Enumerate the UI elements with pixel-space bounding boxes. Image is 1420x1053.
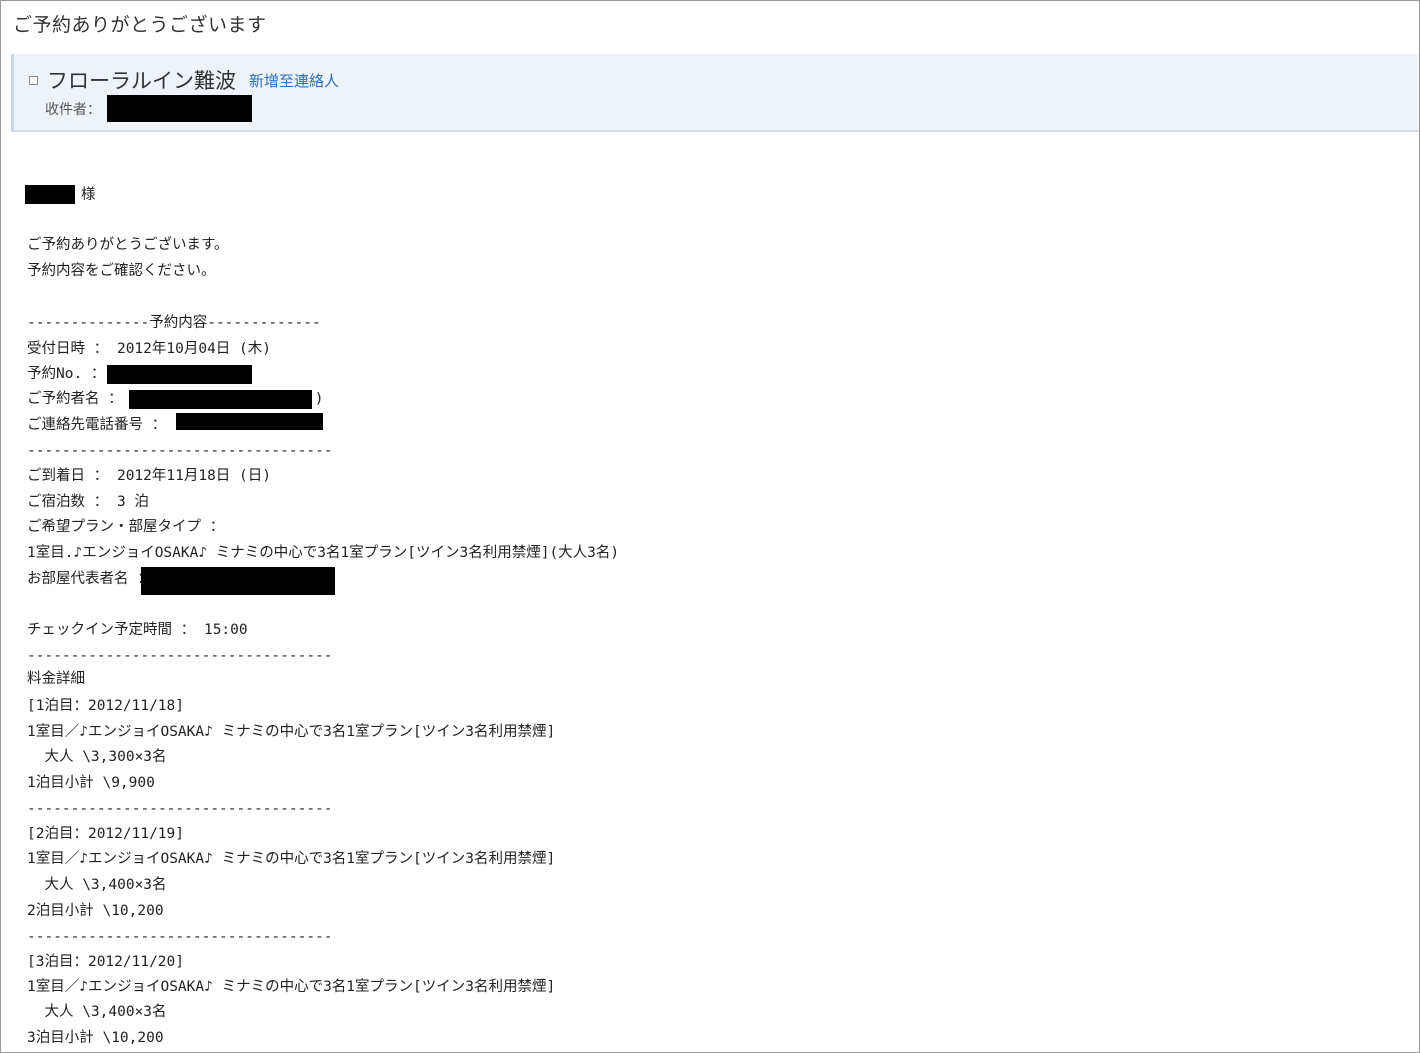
body-line: 1室目.♪エンジョイOSAKA♪ ミナミの中心で3名1室プラン[ツイン3名利用禁… bbox=[27, 545, 620, 561]
body-line: 予約No. ： bbox=[27, 366, 106, 382]
body-line: [3泊目：2012/11/20] bbox=[27, 954, 184, 970]
body-line: ----------------------------------- bbox=[27, 801, 333, 817]
room-representative-redaction bbox=[141, 567, 335, 595]
body-line: ご到着日 ： 2012年11月18日 (日) bbox=[27, 468, 271, 484]
body-line: 受付日時 ： 2012年10月04日 (木) bbox=[27, 341, 271, 357]
sender-checkbox[interactable] bbox=[29, 76, 38, 85]
email-subject: ご予約ありがとうございます bbox=[13, 14, 267, 36]
body-line: チェックイン予定時間 ： 15:00 bbox=[27, 622, 248, 638]
body-line: お部屋代表者名 ： bbox=[27, 571, 152, 587]
sender-name[interactable]: フローラルイン難波 bbox=[47, 65, 236, 95]
booker-name-redaction bbox=[129, 390, 312, 409]
body-line: [1泊目：2012/11/18] bbox=[27, 698, 184, 714]
phone-number-redaction bbox=[176, 413, 323, 430]
recipient-redaction bbox=[107, 95, 252, 122]
body-line: ----------------------------------- bbox=[27, 648, 333, 664]
body-line: 料金詳細 bbox=[27, 671, 85, 687]
body-line: ご予約ありがとうございます。 bbox=[27, 237, 229, 253]
body-line: 1室目／♪エンジョイOSAKA♪ ミナミの中心で3名1室プラン[ツイン3名利用禁… bbox=[27, 724, 556, 740]
body-line: 3泊目小計 \10,200 bbox=[27, 1030, 164, 1046]
body-line: 予約内容をご確認ください。 bbox=[27, 263, 216, 279]
body-line: --------------予約内容------------- bbox=[27, 315, 321, 331]
greeting-honorific: 様 bbox=[81, 187, 96, 203]
body-line: 1室目／♪エンジョイOSAKA♪ ミナミの中心で3名1室プラン[ツイン3名利用禁… bbox=[27, 851, 556, 867]
body-line: ----------------------------------- bbox=[27, 443, 333, 459]
email-view: ご予約ありがとうございます フローラルイン難波 新增至連絡人 收件者： 様 ご予… bbox=[0, 0, 1420, 1053]
customer-name-redaction bbox=[25, 185, 75, 204]
reservation-number-redaction bbox=[107, 365, 252, 384]
body-line: [2泊目：2012/11/19] bbox=[27, 826, 184, 842]
body-line: 大人 \3,300×3名 bbox=[27, 749, 167, 765]
sender-header: フローラルイン難波 新增至連絡人 收件者： bbox=[11, 54, 1419, 132]
body-line: 大人 \3,400×3名 bbox=[27, 1004, 167, 1020]
body-line: 1室目／♪エンジョイOSAKA♪ ミナミの中心で3名1室プラン[ツイン3名利用禁… bbox=[27, 979, 556, 995]
body-line: ご希望プラン・部屋タイプ ： bbox=[27, 519, 225, 535]
body-line: ご宿泊数 ： 3 泊 bbox=[27, 494, 149, 510]
body-line: ----------------------------------- bbox=[27, 929, 333, 945]
add-contact-link[interactable]: 新增至連絡人 bbox=[249, 70, 339, 91]
body-line: 1泊目小計 \9,900 bbox=[27, 775, 155, 791]
body-line: 2泊目小計 \10,200 bbox=[27, 903, 164, 919]
body-line: 大人 \3,400×3名 bbox=[27, 877, 167, 893]
recipient-label: 收件者： bbox=[45, 102, 101, 118]
body-line: ご連絡先電話番号 ： bbox=[27, 417, 167, 433]
